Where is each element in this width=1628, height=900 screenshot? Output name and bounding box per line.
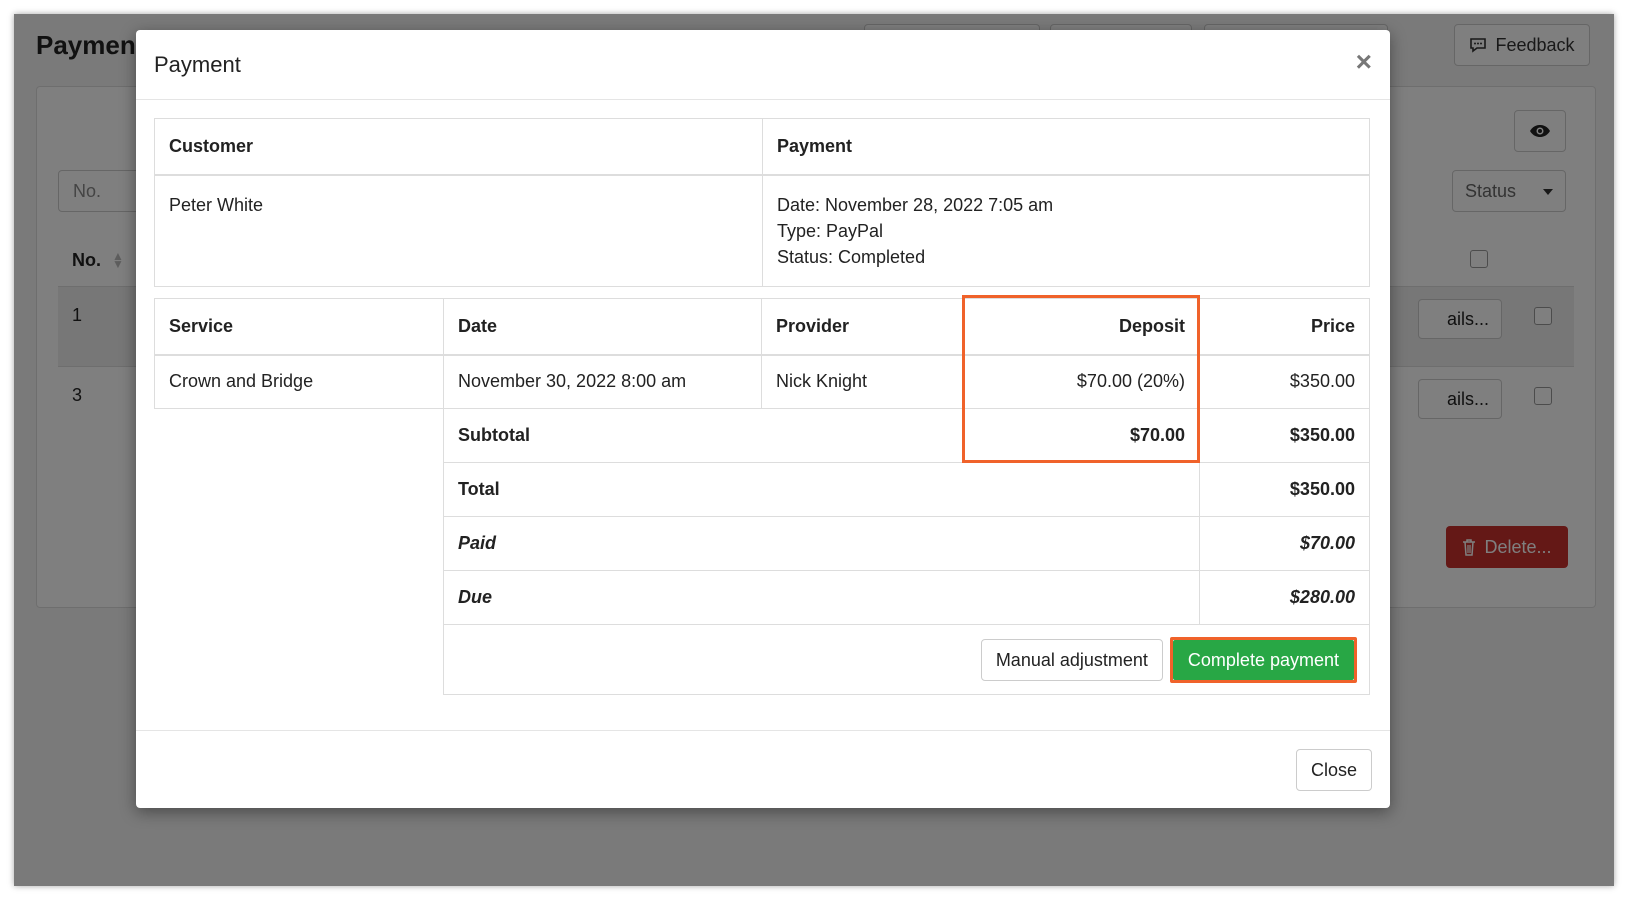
- provider-header: Provider: [761, 298, 962, 356]
- paid-value: $70.00: [1199, 516, 1370, 571]
- payment-status: Status: Completed: [777, 246, 926, 267]
- table-row: Crown and Bridge November 30, 2022 8:00 …: [154, 354, 1370, 409]
- paid-label: Paid: [443, 516, 1200, 571]
- date-header: Date: [443, 298, 762, 356]
- subtotal-row: Subtotal $70.00 $350.00: [154, 408, 1370, 695]
- provider-cell: Nick Knight: [761, 354, 962, 409]
- payment-date: Date: November 28, 2022 7:05 am: [777, 194, 1054, 215]
- payment-type: Type: PayPal: [777, 220, 884, 241]
- complete-payment-button[interactable]: Complete payment: [1172, 639, 1354, 680]
- modal-footer: Close: [136, 730, 1390, 808]
- subtotal-label: Subtotal: [443, 408, 962, 463]
- due-value: $280.00: [1199, 570, 1370, 625]
- customer-header: Customer: [154, 118, 763, 176]
- customer-name: Peter White: [154, 174, 763, 287]
- payment-items-table: Service Date Provider Deposit Price Crow…: [154, 298, 1370, 695]
- payment-info-table: Customer Payment Peter White Date: Novem…: [154, 118, 1370, 287]
- price-cell: $350.00: [1199, 354, 1370, 409]
- modal-title: Payment: [154, 52, 241, 77]
- deposit-header: Deposit: [961, 298, 1200, 356]
- complete-payment-highlight: Complete payment: [1169, 636, 1357, 683]
- modal-header: Payment ×: [136, 30, 1390, 100]
- payment-modal: Payment × Customer Payment Peter White D…: [136, 30, 1390, 808]
- close-button[interactable]: Close: [1295, 749, 1372, 791]
- price-header: Price: [1199, 298, 1370, 356]
- empty-cell: [154, 408, 444, 695]
- due-label: Due: [443, 570, 1200, 625]
- subtotal-deposit: $70.00: [961, 408, 1200, 463]
- app-frame: Payment Feedback No. Status No. ▲▼ 1 ail…: [14, 14, 1614, 886]
- manual-adjustment-button[interactable]: Manual adjustment: [980, 638, 1163, 681]
- service-header: Service: [154, 298, 444, 356]
- subtotal-price: $350.00: [1199, 408, 1370, 463]
- date-cell: November 30, 2022 8:00 am: [443, 354, 762, 409]
- total-value: $350.00: [1199, 462, 1370, 517]
- payment-details: Date: November 28, 2022 7:05 am Type: Pa…: [762, 174, 1370, 287]
- service-cell: Crown and Bridge: [154, 354, 444, 409]
- payment-header: Payment: [762, 118, 1370, 176]
- close-icon[interactable]: ×: [1356, 48, 1372, 76]
- deposit-cell: $70.00 (20%): [961, 354, 1200, 409]
- total-label: Total: [443, 462, 1200, 517]
- actions-cell: Manual adjustment Complete payment: [443, 624, 1370, 695]
